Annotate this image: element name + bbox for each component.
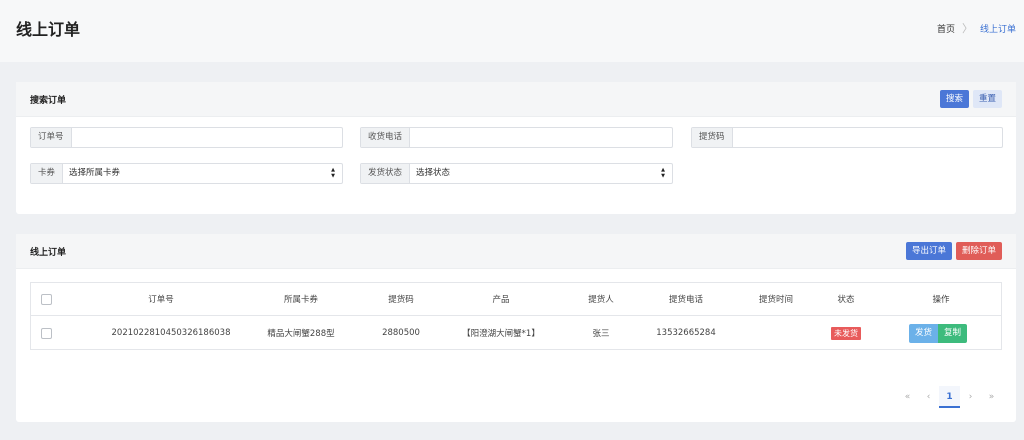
coupon-field: 卡券 选择所属卡券 ▲ ▼	[30, 163, 343, 184]
orders-card: 线上订单 导出订单 删除订单 订单号 所属卡券 提货码 产品 提货人 提货电话 …	[16, 234, 1016, 422]
col-phone: 提货电话	[668, 295, 703, 305]
cell-person: 张三	[592, 329, 610, 339]
col-product: 产品	[492, 295, 510, 305]
delete-orders-button[interactable]: 删除订单	[955, 242, 1002, 260]
chevron-right-icon: 〉	[961, 22, 973, 35]
col-actions: 操作	[932, 295, 950, 305]
select-arrows-icon: ▲ ▼	[661, 167, 665, 179]
breadcrumb: 首页 〉 线上订单	[937, 20, 1016, 36]
order-no-label: 订单号	[31, 128, 72, 147]
page-title: 线上订单	[16, 20, 81, 39]
coupon-label: 卡券	[31, 164, 64, 183]
phone-field: 收货电话	[360, 127, 673, 148]
cell-product: 【阳澄湖大闸蟹*1】	[462, 329, 540, 339]
coupon-select[interactable]: 选择所属卡券 ▲ ▼	[63, 164, 342, 183]
export-orders-button[interactable]: 导出订单	[905, 242, 952, 260]
phone-label: 收货电话	[361, 128, 411, 147]
ship-button[interactable]: 发货	[909, 323, 939, 343]
cell-status: 未发货	[821, 326, 871, 340]
breadcrumb-current: 线上订单	[979, 24, 1016, 35]
phone-input[interactable]	[410, 128, 672, 147]
copy-button[interactable]: 复制	[938, 323, 968, 343]
select-arrows-icon: ▲ ▼	[331, 167, 335, 179]
orders-table: 订单号 所属卡券 提货码 产品 提货人 提货电话 提货时间 状态 操作 2021…	[30, 282, 1002, 350]
last-page-icon[interactable]: »	[981, 386, 1002, 408]
cell-phone: 13532665284	[656, 328, 716, 338]
search-card-header: 搜索订单 搜索 重置	[16, 82, 1016, 117]
pickup-code-input[interactable]	[732, 128, 1002, 147]
search-button[interactable]: 搜索	[939, 90, 969, 108]
cell-actions: 发货 复制	[909, 323, 979, 343]
orders-card-title: 线上订单	[30, 247, 67, 258]
col-status: 状态	[837, 295, 855, 305]
col-person: 提货人	[588, 295, 614, 305]
table-header-row: 订单号 所属卡券 提货码 产品 提货人 提货电话 提货时间 状态 操作	[31, 283, 1001, 316]
search-form: 订单号 收货电话 提货码 卡券 选择所属卡券 ▲ ▼ 发货状态 选择状态 ▲ ▼	[16, 117, 1016, 211]
pickup-code-label: 提货码	[692, 128, 733, 147]
cell-pickup-code: 2880500	[382, 328, 420, 338]
ship-status-select-value: 选择状态	[416, 168, 451, 178]
ship-status-select[interactable]: 选择状态 ▲ ▼	[410, 164, 672, 183]
top-header: 线上订单 首页 〉 线上订单	[0, 0, 1024, 62]
next-page-icon[interactable]: ›	[960, 386, 981, 408]
col-coupon: 所属卡券	[283, 295, 318, 305]
col-time: 提货时间	[758, 295, 793, 305]
pickup-code-field: 提货码	[691, 127, 1003, 148]
pagination: « ‹ 1 › »	[897, 386, 1002, 408]
table-row: 20210228104503261860​38 精品大闸蟹288型 288050…	[31, 316, 1001, 350]
ship-status-label: 发货状态	[361, 164, 411, 183]
order-no-input[interactable]	[71, 128, 342, 147]
status-badge: 未发货	[831, 326, 861, 340]
col-order-no: 订单号	[148, 295, 174, 305]
row-checkbox[interactable]	[41, 327, 52, 339]
select-all-checkbox[interactable]	[41, 293, 52, 305]
orders-card-header: 线上订单 导出订单 删除订单	[16, 234, 1016, 269]
search-card-title: 搜索订单	[30, 95, 67, 106]
reset-button[interactable]: 重置	[972, 90, 1002, 108]
breadcrumb-home-link[interactable]: 首页	[937, 22, 955, 35]
page-number[interactable]: 1	[939, 386, 960, 408]
cell-coupon: 精品大闸蟹288型	[267, 329, 335, 339]
col-pickup-code: 提货码	[388, 295, 414, 305]
first-page-icon[interactable]: «	[897, 386, 918, 408]
cell-order-no: 20210228104503261860​38	[111, 328, 231, 338]
ship-status-field: 发货状态 选择状态 ▲ ▼	[360, 163, 673, 184]
order-no-field: 订单号	[30, 127, 343, 148]
prev-page-icon[interactable]: ‹	[918, 386, 939, 408]
search-card: 搜索订单 搜索 重置 订单号 收货电话 提货码 卡券 选择所属卡券 ▲ ▼ 发货状…	[16, 82, 1016, 214]
coupon-select-value: 选择所属卡券	[69, 168, 121, 178]
